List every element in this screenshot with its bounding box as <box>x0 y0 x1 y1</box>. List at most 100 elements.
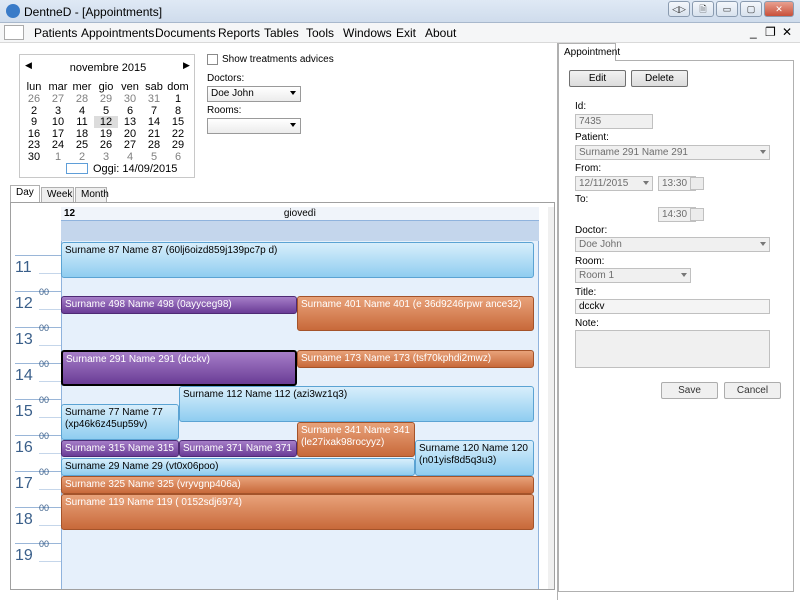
calendar-day[interactable]: 23 <box>22 139 46 151</box>
scheduler-scrollbar[interactable] <box>548 207 554 589</box>
calendar-day[interactable]: 13 <box>118 116 142 128</box>
calendar-day[interactable]: 16 <box>22 128 46 140</box>
appointment-block[interactable]: Surname 341 Name 341 (le27ixak98rocyyz) <box>297 422 415 457</box>
calendar-day[interactable]: 27 <box>118 139 142 151</box>
calendar-day[interactable]: 8 <box>166 105 190 117</box>
calendar-day[interactable]: 28 <box>142 139 166 151</box>
calendar-day[interactable]: 14 <box>142 116 166 128</box>
calendar-day[interactable]: 19 <box>94 128 118 140</box>
mdi-close-icon[interactable]: ✕ <box>782 25 792 39</box>
calendar-day[interactable]: 15 <box>166 116 190 128</box>
calendar-day[interactable]: 10 <box>46 116 70 128</box>
document-button[interactable]: 🗎 <box>692 1 714 17</box>
calendar-day[interactable]: 4 <box>118 151 142 163</box>
tab-appointment[interactable]: Appointment <box>558 43 620 61</box>
tab-month[interactable]: Month <box>75 187 109 202</box>
menu-appointments[interactable]: Appointments <box>81 26 154 40</box>
calendar-day[interactable]: 29 <box>166 139 190 151</box>
menu-about[interactable]: About <box>425 26 456 40</box>
calendar-day[interactable]: 3 <box>94 151 118 163</box>
calendar-month-label[interactable]: novembre 2015 <box>20 62 196 74</box>
title-field[interactable]: dcckv <box>575 299 770 314</box>
calendar-day[interactable]: 26 <box>22 93 46 105</box>
doctor-select[interactable]: Doe John <box>575 237 770 252</box>
mdi-restore-icon[interactable]: ❐ <box>765 25 776 39</box>
calendar-day[interactable]: 1 <box>46 151 70 163</box>
calendar-day[interactable]: 31 <box>142 93 166 105</box>
menu-reports[interactable]: Reports <box>218 26 260 40</box>
calendar-day[interactable]: 11 <box>70 116 94 128</box>
calendar-day[interactable]: 26 <box>94 139 118 151</box>
menu-exit[interactable]: Exit <box>396 26 416 40</box>
calendar-day[interactable]: 22 <box>166 128 190 140</box>
minimize-button[interactable]: ▭ <box>716 1 738 17</box>
calendar-day[interactable]: 5 <box>142 151 166 163</box>
from-time-spinner[interactable] <box>690 177 704 190</box>
menu-tables[interactable]: Tables <box>264 26 299 40</box>
calendar-day[interactable]: 24 <box>46 139 70 151</box>
calendar-day[interactable]: 28 <box>70 93 94 105</box>
calendar-day[interactable]: 1 <box>166 93 190 105</box>
to-time-spinner[interactable] <box>690 208 704 221</box>
calendar-day[interactable]: 30 <box>22 151 46 163</box>
appointment-block[interactable]: Surname 112 Name 112 (azi3wz1q3) <box>179 386 534 422</box>
calendar-day[interactable]: 20 <box>118 128 142 140</box>
next-month-icon[interactable]: ▶ <box>183 60 190 71</box>
menu-documents[interactable]: Documents <box>155 26 216 40</box>
appointment-block[interactable]: Surname 291 Name 291 (dcckv) <box>61 350 297 386</box>
appointment-block[interactable]: Surname 29 Name 29 (vt0x06poo) <box>61 458 415 476</box>
appointment-block[interactable]: Surname 325 Name 325 (vryvgnp406a) <box>61 476 534 494</box>
menu-windows[interactable]: Windows <box>343 26 392 40</box>
edit-button[interactable]: Edit <box>569 70 626 87</box>
calendar-day[interactable]: 4 <box>70 105 94 117</box>
calendar-day[interactable]: 3 <box>46 105 70 117</box>
room-select[interactable]: Room 1 <box>575 268 691 283</box>
appointment-block[interactable]: Surname 498 Name 498 (0ayyceg98) <box>61 296 297 314</box>
day-scheduler[interactable]: 12 giovedì 11 12 00 13 00 14 00 15 00 16 00 17 00 18 0… <box>10 202 555 590</box>
calendar-day[interactable]: 12 <box>94 116 118 128</box>
appointment-block[interactable]: Surname 120 Name 120 (n01yisf8d5q3u3) <box>415 440 534 476</box>
tab-week[interactable]: Week <box>41 187 74 202</box>
delete-button[interactable]: Delete <box>631 70 688 87</box>
calendar-day[interactable]: 6 <box>118 105 142 117</box>
maximize-button[interactable]: ▢ <box>740 1 762 17</box>
appointment-block[interactable]: Surname 401 Name 401 (e 36d9246rpwr ance… <box>297 296 534 331</box>
all-day-area[interactable] <box>61 221 539 241</box>
calendar-day[interactable]: 30 <box>118 93 142 105</box>
calendar-day[interactable]: 6 <box>166 151 190 163</box>
calendar-day[interactable]: 2 <box>22 105 46 117</box>
calendar-day[interactable]: 9 <box>22 116 46 128</box>
id-field[interactable]: 7435 <box>575 114 653 129</box>
today-link[interactable]: Oggi: 14/09/2015 <box>93 163 177 175</box>
calendar-day[interactable]: 7 <box>142 105 166 117</box>
cancel-button[interactable]: Cancel <box>724 382 781 399</box>
calendar-day[interactable]: 21 <box>142 128 166 140</box>
calendar-day[interactable]: 2 <box>70 151 94 163</box>
calendar-day[interactable]: 17 <box>46 128 70 140</box>
menu-tools[interactable]: Tools <box>306 26 334 40</box>
doctors-select[interactable]: Doe John <box>207 86 301 102</box>
close-button[interactable]: ✕ <box>764 1 794 17</box>
appointment-block[interactable]: Surname 315 Name 315 <box>61 440 179 457</box>
rooms-select[interactable] <box>207 118 301 134</box>
mdi-child-icon[interactable] <box>4 25 24 40</box>
appointment-block[interactable]: Surname 371 Name 371 <box>179 440 297 457</box>
calendar-day[interactable]: 5 <box>94 105 118 117</box>
appointment-block[interactable]: Surname 77 Name 77 (xp46k6z45up59v) <box>61 404 179 440</box>
patient-select[interactable]: Surname 291 Name 291 <box>575 145 770 160</box>
menu-patients[interactable]: Patients <box>34 26 77 40</box>
month-calendar[interactable]: ◀ novembre 2015 ▶ lun mar mer gio ven sa… <box>19 54 195 178</box>
tab-day[interactable]: Day <box>10 185 40 203</box>
calendar-day[interactable]: 18 <box>70 128 94 140</box>
appointment-block[interactable]: Surname 173 Name 173 (tsf70kphdi2mwz) <box>297 350 534 368</box>
appointment-block[interactable]: Surname 87 Name 87 (60lj6oizd859j139pc7p… <box>61 242 534 278</box>
save-button[interactable]: Save <box>661 382 718 399</box>
note-field[interactable] <box>575 330 770 368</box>
calendar-day[interactable]: 27 <box>46 93 70 105</box>
from-date-picker[interactable]: 12/11/2015 <box>575 176 653 191</box>
back-forward-button[interactable]: ◁▷ <box>668 1 690 17</box>
appointment-block[interactable]: Surname 119 Name 119 ( 0152sdj6974) <box>61 494 534 530</box>
show-treatments-checkbox[interactable] <box>207 54 218 65</box>
calendar-day[interactable]: 25 <box>70 139 94 151</box>
calendar-day[interactable]: 29 <box>94 93 118 105</box>
